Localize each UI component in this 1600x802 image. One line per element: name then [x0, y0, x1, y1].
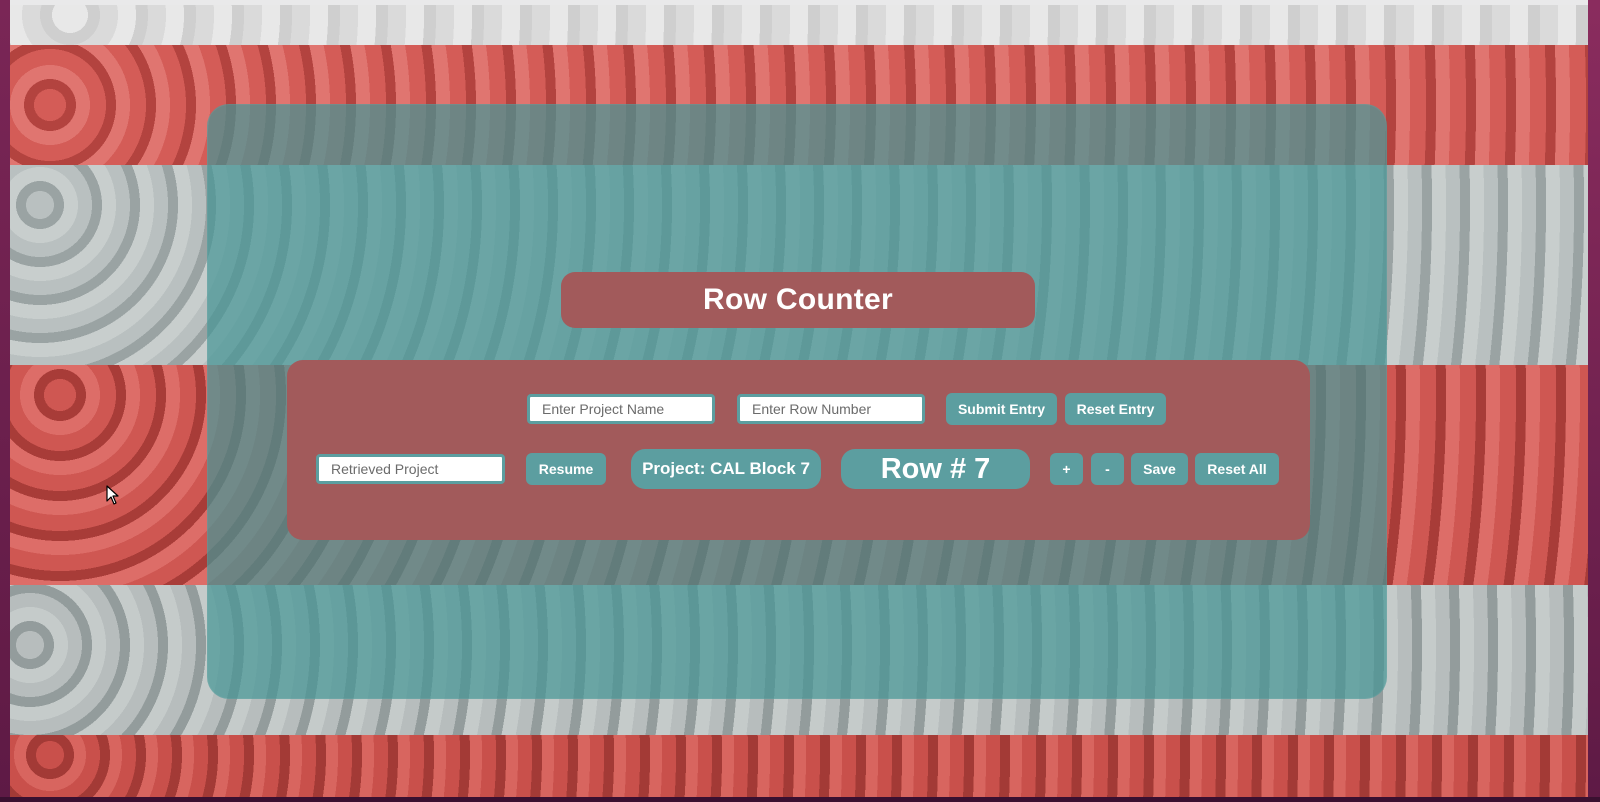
submit-entry-button[interactable]: Submit Entry [946, 393, 1057, 425]
page-title: Row Counter [703, 283, 893, 316]
yarn-band-white [10, 5, 1588, 45]
browser-top-edge [0, 0, 1600, 5]
reset-entry-button[interactable]: Reset Entry [1065, 393, 1166, 425]
decrement-row-button[interactable]: - [1091, 453, 1124, 485]
project-name-input[interactable] [527, 394, 715, 424]
save-button[interactable]: Save [1131, 453, 1188, 485]
window-left-edge [0, 0, 10, 802]
title-banner: Row Counter [561, 272, 1035, 328]
row-count-display: Row # 7 [841, 449, 1030, 489]
increment-row-button[interactable]: + [1050, 453, 1083, 485]
current-project-display: Project: CAL Block 7 [631, 449, 821, 489]
retrieved-project-input[interactable] [316, 454, 505, 484]
window-bottom-edge [0, 797, 1600, 802]
resume-button[interactable]: Resume [526, 453, 606, 485]
mouse-pointer-icon [106, 485, 119, 505]
row-number-input[interactable] [737, 394, 925, 424]
yarn-band-red [10, 735, 1588, 797]
reset-all-button[interactable]: Reset All [1195, 453, 1279, 485]
window-right-edge [1588, 0, 1600, 802]
